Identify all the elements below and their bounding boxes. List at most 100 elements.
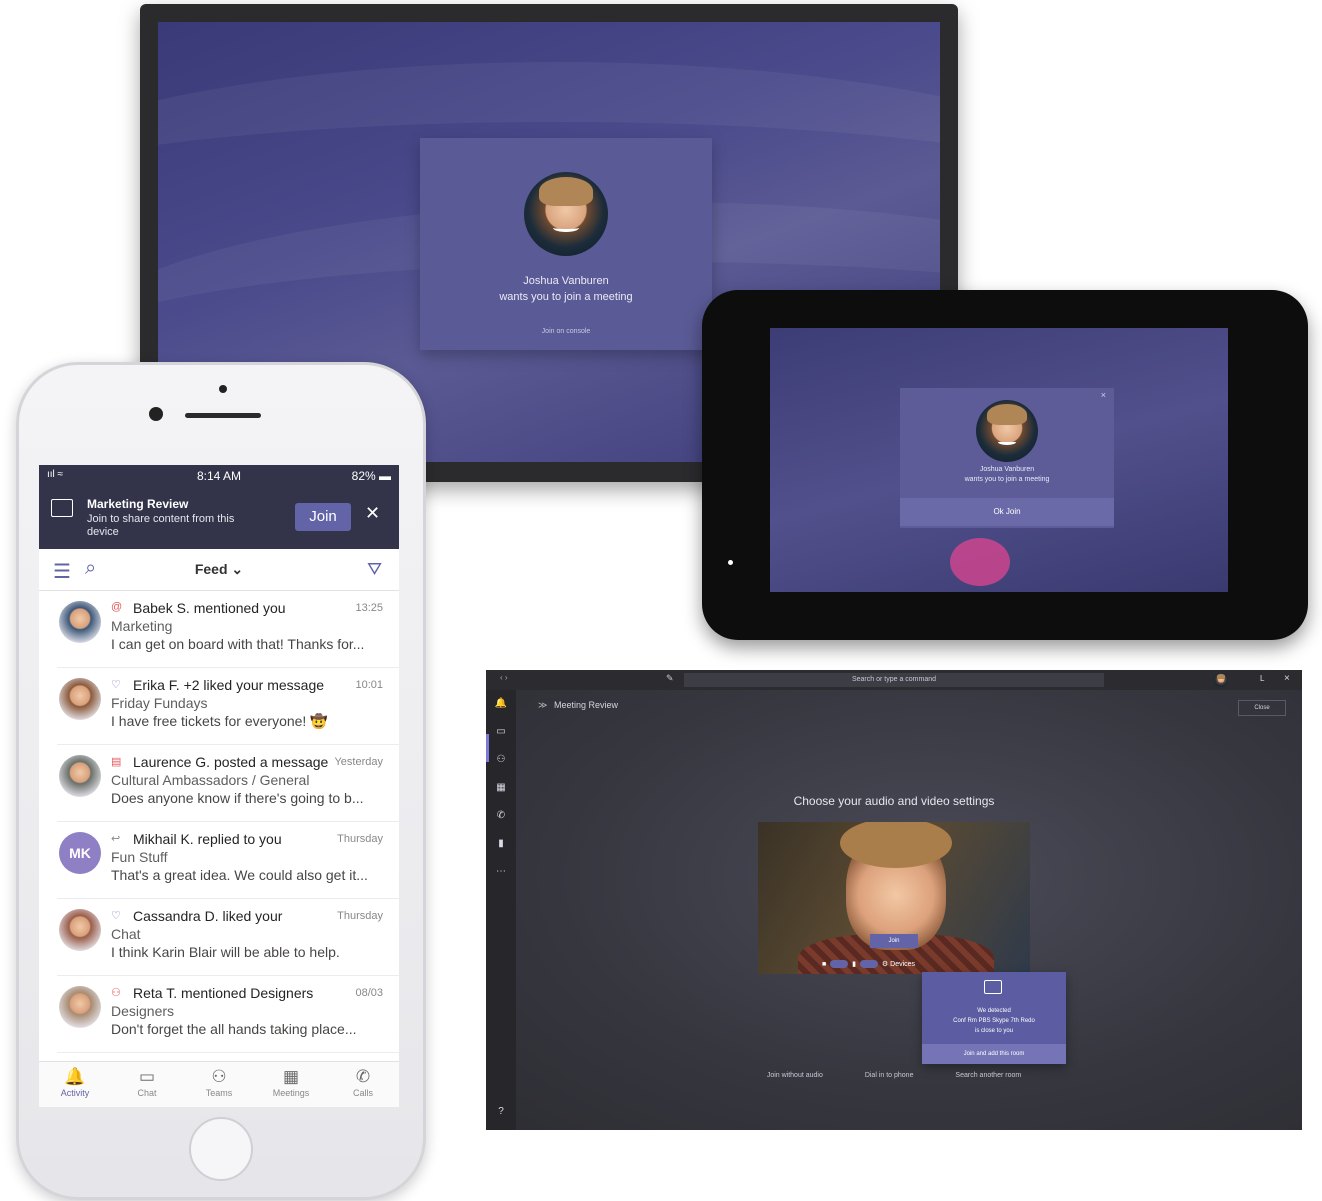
- feed-item[interactable]: ⚇ Reta T. mentioned Designers 08/03 Designe…: [57, 976, 399, 1053]
- activity-type-icon: ▤: [111, 756, 122, 768]
- files-icon[interactable]: ▮: [494, 838, 508, 850]
- ok-join-button[interactable]: Ok Join: [900, 498, 1114, 526]
- tab-meetings[interactable]: ▦ Meetings: [255, 1066, 327, 1098]
- avatar: [59, 601, 101, 643]
- tablet-device: × Joshua Vanburen wants you to join a me…: [702, 290, 1308, 640]
- calls-icon[interactable]: ✆: [494, 810, 508, 822]
- caller-name: Joshua Vanburen: [979, 466, 1035, 473]
- activity-channel: Fun Stuff: [111, 849, 168, 865]
- join-on-console-button[interactable]: Join on console: [420, 328, 712, 335]
- join-without-audio-option[interactable]: Join without audio: [767, 1072, 823, 1079]
- app-rail: 🔔 ▭ ⚇ ▦ ✆ ▮ ⋯ ?: [486, 690, 516, 1130]
- phone-device: ııl ≈ 8:14 AM 82% ▬ Marketing Review Joi…: [16, 362, 426, 1200]
- tab-activity[interactable]: 🔔 Activity: [39, 1066, 111, 1098]
- caller-avatar: [976, 400, 1038, 462]
- window-close-icon[interactable]: ×: [1284, 673, 1290, 684]
- chat-icon: ▭: [138, 1067, 156, 1086]
- feed-item[interactable]: MK ↩ Mikhail K. replied to you Thursday Fun …: [57, 822, 399, 899]
- prejoin-heading: Choose your audio and video settings: [793, 794, 995, 808]
- close-icon[interactable]: ✕: [365, 503, 380, 524]
- meetings-icon[interactable]: ▦: [494, 782, 508, 794]
- join-button[interactable]: Join: [295, 503, 351, 531]
- activity-channel: Cultural Ambassadors / General: [111, 772, 310, 788]
- join-invite-card: × Joshua Vanburen wants you to join a me…: [900, 388, 1114, 528]
- caller-avatar: [524, 172, 608, 256]
- calls-icon: ✆: [355, 1067, 371, 1086]
- activity-time: Yesterday: [332, 756, 383, 768]
- activity-type-icon: ♡: [111, 679, 121, 691]
- activity-icon[interactable]: 🔔: [494, 698, 508, 710]
- device-controls: ■ ▮ ⚙ Devices: [822, 960, 915, 969]
- tab-teams[interactable]: ⚇ Teams: [183, 1066, 255, 1098]
- activity-time: Thursday: [335, 833, 383, 845]
- nav-arrows-icon[interactable]: ‹ ›: [500, 673, 508, 682]
- cast-device-icon: [51, 499, 73, 517]
- chat-icon[interactable]: ▭: [494, 726, 508, 738]
- phone-front-camera: [149, 407, 163, 421]
- other-join-options: Join without audio Dial in to phone Sear…: [486, 1072, 1302, 1079]
- phone-sensor: [219, 385, 227, 393]
- activity-type-icon: ⚇: [111, 987, 121, 999]
- activity-preview: I can get on board with that! Thanks for…: [111, 636, 365, 652]
- tab-label: Calls: [352, 1088, 373, 1098]
- filter-icon[interactable]: ⛛: [367, 559, 382, 580]
- close-icon[interactable]: ×: [1101, 390, 1106, 400]
- feed-item[interactable]: ♡ Cassandra D. liked your Thursday Chat I th…: [57, 899, 399, 976]
- back-icon[interactable]: ≫: [538, 700, 547, 711]
- dial-in-option[interactable]: Dial in to phone: [865, 1072, 914, 1079]
- avatar: MK: [59, 832, 101, 874]
- banner-subtitle: Join to share content from this device: [87, 513, 235, 538]
- mic-toggle[interactable]: [859, 960, 878, 969]
- feed-item[interactable]: ♡ Erika F. +2 liked your message 10:01 Frid…: [57, 668, 399, 745]
- camera-icon: ■: [822, 961, 827, 968]
- tab-label: Teams: [205, 1088, 233, 1098]
- banner-title: Marketing Review: [87, 497, 189, 511]
- activity-type-icon: ♡: [111, 910, 121, 922]
- avatar[interactable]: [1214, 673, 1228, 687]
- video-preview: Join ■ ▮ ⚙ Devices: [758, 822, 1030, 974]
- devices-gear-icon: ⚙: [881, 961, 889, 968]
- avatar: [59, 986, 101, 1028]
- feed-item[interactable]: @ Babek S. mentioned you 13:25 Marketing I c…: [57, 591, 399, 668]
- devices-button[interactable]: Devices: [890, 961, 915, 968]
- room-display-icon: [984, 980, 1002, 994]
- tab-label: Meetings: [272, 1088, 310, 1098]
- tab-calls[interactable]: ✆ Calls: [327, 1066, 399, 1098]
- camera-toggle[interactable]: [830, 960, 849, 969]
- popover-line-3: is close to you: [974, 1028, 1014, 1034]
- activity-title: Erika F. +2 liked your message: [133, 677, 325, 693]
- tab-chat[interactable]: ▭ Chat: [111, 1066, 183, 1098]
- feed-item[interactable]: ▤ Laurence G. posted a message Yesterday Cu…: [57, 745, 399, 822]
- popover-room-name: Conf Rm PBS Skype 7th Redo: [953, 1018, 1035, 1024]
- feed-toolbar: ☰ ⌕ Feed ⌄ ⛛: [39, 549, 399, 591]
- more-icon[interactable]: ⋯: [494, 866, 508, 878]
- tab-label: Chat: [137, 1088, 157, 1098]
- activity-feed: @ Babek S. mentioned you 13:25 Marketing I c…: [39, 591, 399, 1053]
- activity-preview: Don't forget the all hands taking place.…: [111, 1021, 357, 1037]
- feed-dropdown[interactable]: Feed ⌄: [39, 561, 399, 578]
- caller-subtitle: wants you to join a meeting: [499, 291, 633, 303]
- caller-name: Joshua Vanburen: [523, 275, 609, 287]
- home-button[interactable]: [189, 1117, 253, 1181]
- teams-icon[interactable]: ⚇: [494, 754, 508, 766]
- mic-icon: ▮: [852, 961, 856, 968]
- battery-status: 82% ▬: [351, 469, 391, 483]
- activity-type-icon: @: [111, 601, 123, 613]
- close-button[interactable]: Close: [1238, 700, 1286, 716]
- activity-title: Laurence G. posted a message: [133, 754, 329, 770]
- compose-icon[interactable]: ✎: [666, 673, 674, 684]
- search-input[interactable]: Search or type a command: [684, 673, 1104, 687]
- activity-title: Mikhail K. replied to you: [133, 831, 282, 847]
- avatar: [59, 909, 101, 951]
- join-and-add-room-button[interactable]: Join and add this room: [922, 1044, 1066, 1064]
- search-another-room-option[interactable]: Search another room: [955, 1072, 1021, 1079]
- tablet-camera: [728, 560, 733, 565]
- activity-title: Cassandra D. liked your: [133, 908, 283, 924]
- teams-icon: ⚇: [211, 1067, 227, 1086]
- activity-title: Reta T. mentioned Designers: [133, 985, 314, 1001]
- bottom-tab-bar: 🔔 Activity ▭ Chat ⚇ Teams ▦ Meetings ✆ Calls: [39, 1061, 399, 1107]
- join-now-button[interactable]: Join: [870, 934, 918, 948]
- window-control-l[interactable]: L: [1260, 674, 1264, 683]
- activity-time: 08/03: [353, 987, 383, 999]
- help-icon[interactable]: ?: [494, 1106, 508, 1118]
